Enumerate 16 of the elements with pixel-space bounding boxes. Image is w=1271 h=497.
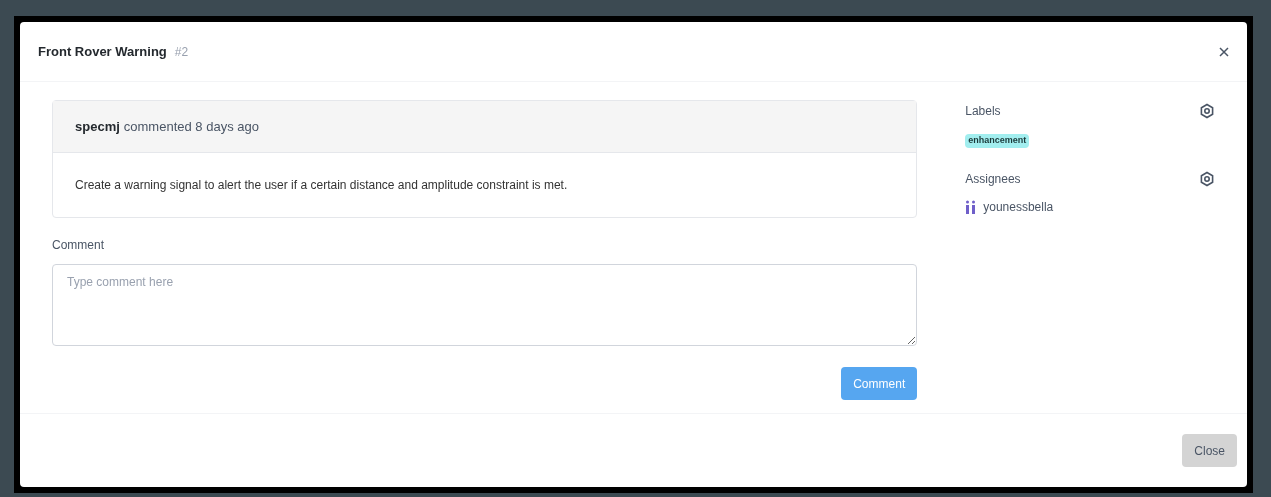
avatar-icon (965, 199, 978, 214)
close-icon[interactable] (1219, 46, 1229, 57)
settings-icon[interactable] (1199, 103, 1215, 119)
assignee-name: younessbella (983, 198, 1054, 216)
comment-field[interactable]: Type comment here (52, 264, 918, 346)
comment-author: specmj (75, 117, 120, 136)
comment-body: Create a warning signal to alert the user if a certain distance and amplitude constraint is met. (75, 177, 568, 194)
issue-number: #2 (174, 43, 189, 61)
labels-heading: Labels (965, 103, 1001, 120)
label-tag: enhancement (965, 134, 1030, 148)
comment-label: Comment (52, 237, 105, 254)
modal-title: Front Rover Warning (38, 42, 167, 61)
close-button[interactable]: Close (1182, 434, 1237, 467)
assignees-heading: Assignees (965, 170, 1021, 188)
comment-meta: commented 8 days ago (123, 117, 259, 136)
settings-icon[interactable] (1199, 170, 1215, 187)
